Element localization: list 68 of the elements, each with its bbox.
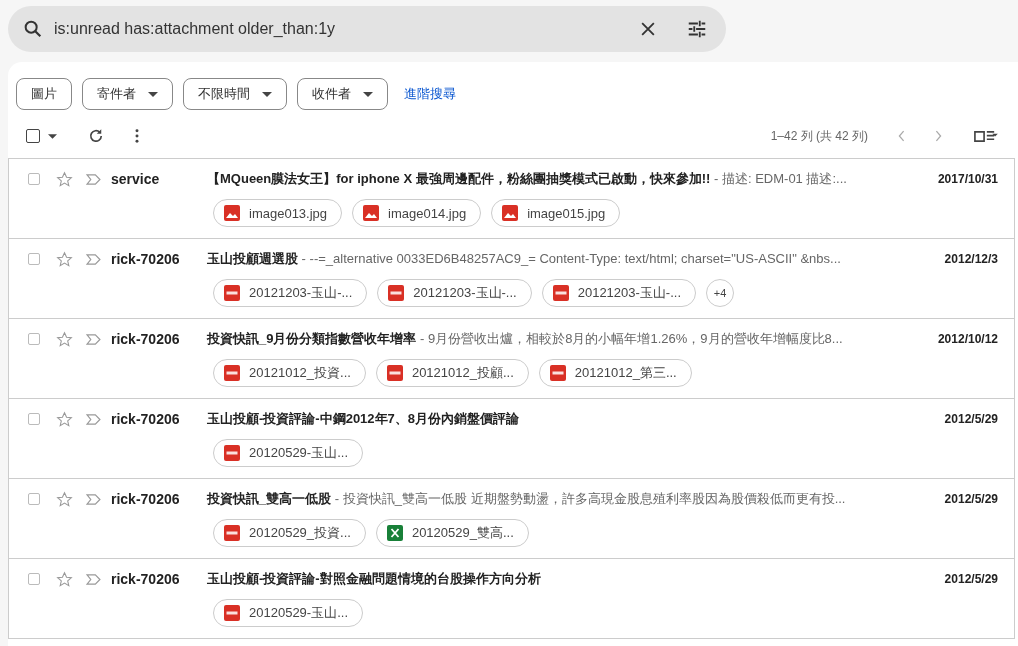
pdf-file-icon <box>386 365 403 381</box>
pdf-file-icon <box>224 605 240 621</box>
spreadsheet-file-icon <box>386 525 403 541</box>
caret-icon <box>363 91 373 97</box>
message-date: 2012/5/29 <box>944 572 998 586</box>
filter-chip[interactable]: 收件者 <box>297 78 388 110</box>
row-checkbox[interactable] <box>28 413 40 425</box>
pdf-file-icon <box>224 445 240 461</box>
importance-marker-icon[interactable] <box>86 413 101 425</box>
advanced-search-link[interactable]: 進階搜尋 <box>404 85 456 103</box>
message-preview: 玉山投顧-投資評論-對照金融問題情境的台股操作方向分析 <box>207 570 542 588</box>
image-file-icon <box>502 205 519 221</box>
row-checkbox[interactable] <box>28 253 40 265</box>
caret-icon <box>262 91 272 97</box>
sender-name: rick-70206 <box>111 411 181 427</box>
message-date: 2012/10/12 <box>937 332 998 346</box>
message-preview: 投資快訊_雙高一低股 - 投資快訊_雙高一低股 近期盤勢動盪，許多高現金股息殖利率股因為股價殺低而更有投... <box>207 490 847 508</box>
star-icon[interactable] <box>56 410 73 428</box>
image-file-icon <box>363 205 380 221</box>
filter-chip[interactable]: 寄件者 <box>82 78 173 110</box>
row-checkbox[interactable] <box>28 333 40 345</box>
filter-chip[interactable]: 不限時間 <box>183 78 287 110</box>
importance-marker-icon[interactable] <box>86 253 101 265</box>
message-preview: 玉山投顧-投資評論-中鋼2012年7、8月份內銷盤價評論 <box>207 410 521 428</box>
importance-marker-icon[interactable] <box>86 333 101 345</box>
sender-name: rick-70206 <box>111 571 181 587</box>
filter-chip[interactable]: 圖片 <box>16 78 72 110</box>
previous-page-icon[interactable] <box>898 130 905 142</box>
split-pane-icon[interactable] <box>972 130 998 142</box>
pdf-file-icon <box>224 285 240 301</box>
message-preview: 【MQueen膜法女王】for iphone X 最強周邊配件，粉絲團抽獎模式已啟動，快來參加!! - 描述: EDM-01 描述:... <box>207 170 848 188</box>
message-date: 2012/12/3 <box>944 252 998 266</box>
search-field[interactable]: is:unread has:attachment older_than:1y <box>8 6 726 52</box>
sender-name: rick-70206 <box>111 251 181 267</box>
row-checkbox[interactable] <box>28 573 40 585</box>
sender-name: service <box>111 171 161 187</box>
pdf-file-icon <box>224 365 240 381</box>
message-preview: 投資快訊_9月份分類指數營收年增率 - 9月份營收出爐，相較於8月的小幅年增1.26%，9月的營收年增幅度比8... <box>207 330 844 348</box>
message-preview: 玉山投顧週選股 - --=_alternative 0033ED6B48257AC9_= Content-Type: text/html; charset="US-ASCII" &nbs... <box>207 250 842 268</box>
row-checkbox[interactable] <box>28 493 40 505</box>
sender-name: rick-70206 <box>111 331 181 347</box>
refresh-icon[interactable] <box>87 127 105 145</box>
message-date: 2012/5/29 <box>944 492 998 506</box>
sender-name: rick-70206 <box>111 491 181 507</box>
pagination-text: 1–42 列 (共 42 列) <box>770 127 868 145</box>
select-all-checkbox[interactable] <box>26 129 40 143</box>
filter-options-icon[interactable] <box>686 18 708 40</box>
pdf-file-icon <box>549 365 566 381</box>
pdf-file-icon <box>224 525 240 541</box>
message-date: 2017/10/31 <box>937 172 998 186</box>
star-icon[interactable] <box>56 170 73 188</box>
star-icon[interactable] <box>56 330 73 348</box>
search-icon <box>22 18 44 40</box>
importance-marker-icon[interactable] <box>86 573 101 585</box>
next-page-icon[interactable] <box>935 130 942 142</box>
star-icon[interactable] <box>56 490 73 508</box>
caret-icon[interactable] <box>48 133 57 139</box>
message-date: 2012/5/29 <box>944 412 998 426</box>
image-file-icon <box>224 205 240 221</box>
row-checkbox[interactable] <box>28 173 40 185</box>
caret-icon <box>148 91 158 97</box>
star-icon[interactable] <box>56 250 73 268</box>
star-icon[interactable] <box>56 570 73 588</box>
importance-marker-icon[interactable] <box>86 493 101 505</box>
importance-marker-icon[interactable] <box>86 173 101 185</box>
more-icon[interactable] <box>135 129 139 143</box>
pdf-file-icon <box>552 285 569 301</box>
pdf-file-icon <box>388 285 405 301</box>
